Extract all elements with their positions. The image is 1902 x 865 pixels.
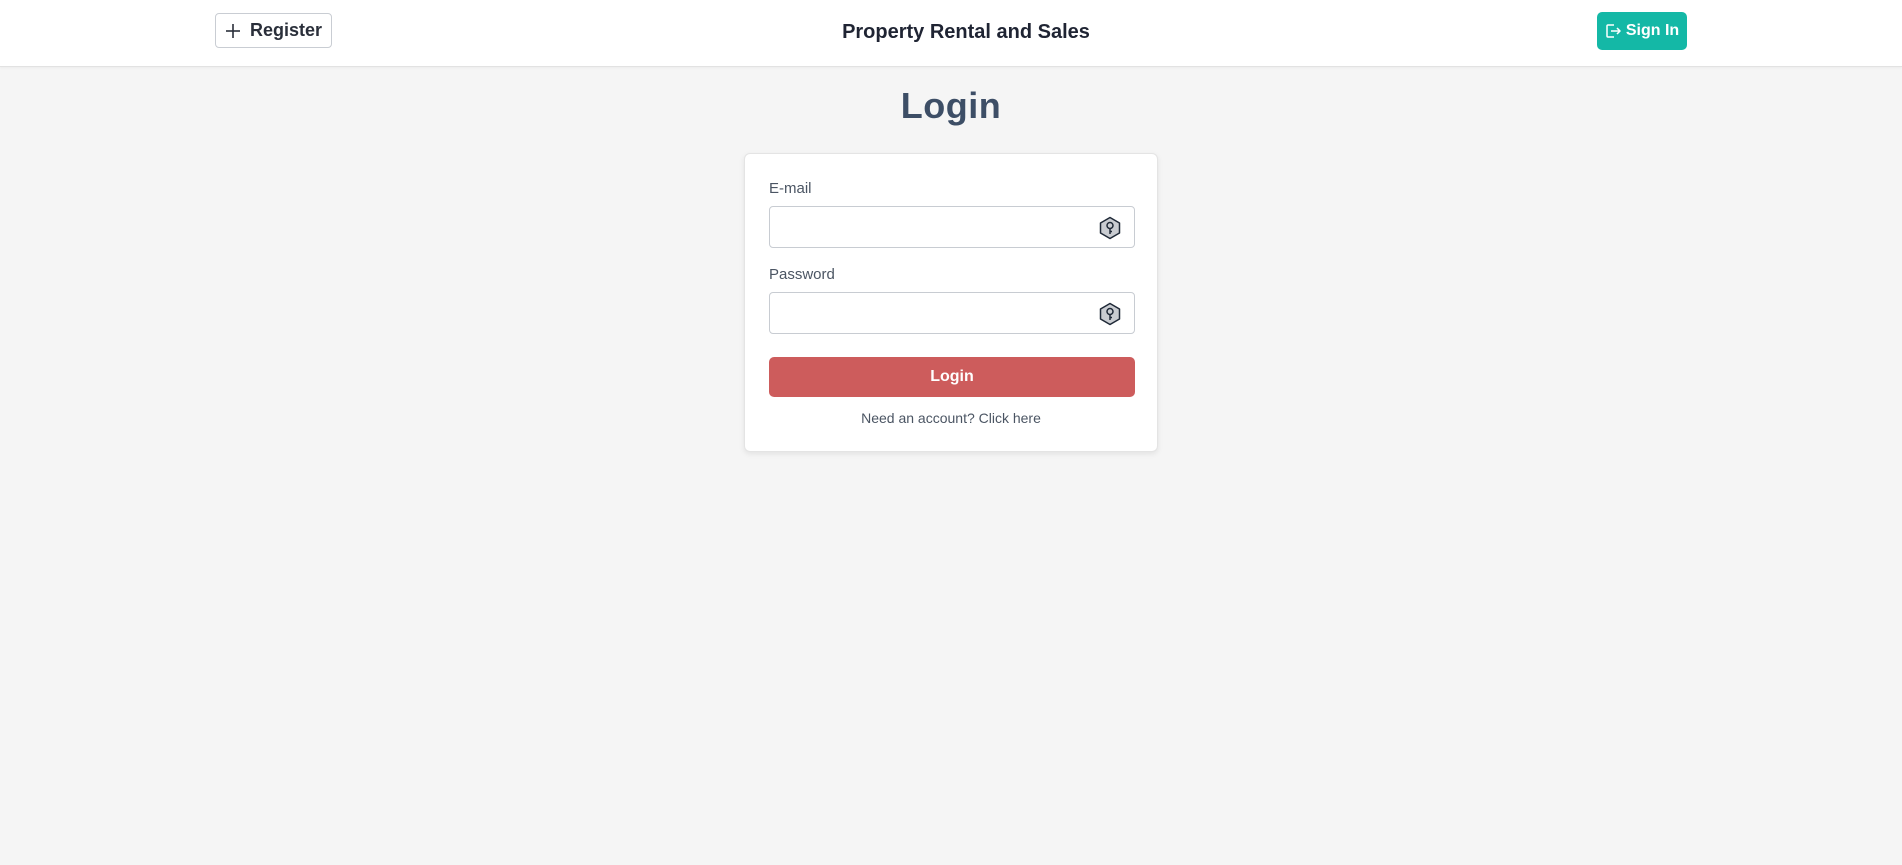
plus-icon — [225, 23, 240, 38]
register-link[interactable]: Need an account? Click here — [745, 410, 1157, 426]
sign-in-icon — [1606, 24, 1621, 38]
register-button-label: Register — [249, 20, 323, 40]
email-label: E-mail — [769, 180, 812, 197]
register-button[interactable]: Register — [215, 13, 332, 48]
login-card: E-mail Password Login Need an account? C… — [744, 153, 1158, 452]
sign-in-button-label: Sign In — [1625, 22, 1680, 39]
top-navigation-bar: Register Property Rental and Sales Sign … — [0, 0, 1902, 67]
page-title: Login — [900, 85, 1002, 126]
password-manager-key-icon[interactable] — [1098, 302, 1122, 326]
email-field-container — [769, 206, 1135, 248]
sign-in-button[interactable]: Sign In — [1597, 12, 1687, 50]
login-button[interactable]: Login — [769, 357, 1135, 397]
password-label: Password — [769, 266, 835, 283]
password-field[interactable] — [770, 293, 1104, 333]
password-field-container — [769, 292, 1135, 334]
password-manager-key-icon[interactable] — [1098, 216, 1122, 240]
email-field[interactable] — [770, 207, 1104, 247]
